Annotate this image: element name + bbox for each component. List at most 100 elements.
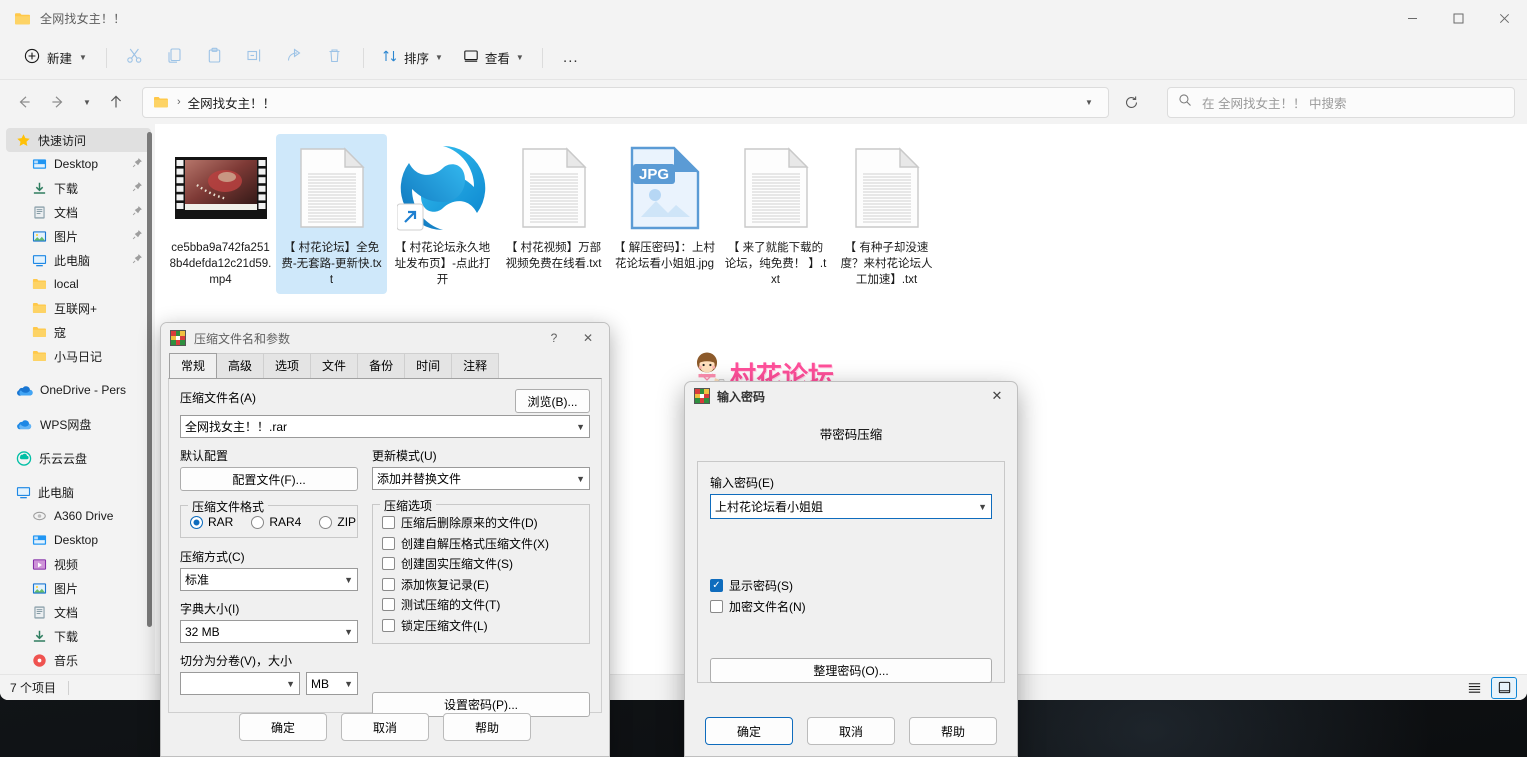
search-box[interactable]: 在 全网找女主！！ 中搜索 xyxy=(1167,86,1515,118)
sort-button[interactable]: 排序 ▼ xyxy=(373,42,452,74)
radio-button[interactable] xyxy=(319,515,333,529)
winrar-close-button[interactable]: ✕ xyxy=(571,324,605,352)
radio-button[interactable] xyxy=(190,515,203,529)
address-bar[interactable]: › 全网找女主！！ ▼ xyxy=(142,86,1109,118)
winrar-tab-5[interactable]: 时间 xyxy=(404,353,453,378)
compression-option-row-5[interactable]: 锁定压缩文件(L) xyxy=(382,617,580,634)
file-item[interactable]: 【 有种子却没速度？来村花论坛人工加速】.txt xyxy=(831,134,942,294)
password-input[interactable]: 上村花论坛看小姐姐 ▼ xyxy=(710,494,992,519)
pin-icon[interactable] xyxy=(132,205,143,219)
file-item[interactable]: 【 村花论坛永久地址发布页】-点此打开 xyxy=(387,134,498,294)
sidebar-item-onedrive---pers[interactable]: OneDrive - Pers xyxy=(6,378,151,402)
winrar-cancel-button[interactable]: 取消 xyxy=(341,713,429,741)
sidebar-scrollbar[interactable] xyxy=(147,132,152,627)
navigation-sidebar[interactable]: 快速访问 Desktop 下载 文档 图片 此电脑 local 互联网+ 寇小马日记 OneDri… xyxy=(0,124,155,674)
refresh-button[interactable] xyxy=(1115,87,1147,117)
sidebar-item-视频[interactable]: 视频 xyxy=(6,552,151,576)
file-item[interactable]: 【 村花论坛】全免费-无套路-更新快.txt xyxy=(276,134,387,294)
pin-icon[interactable] xyxy=(132,253,143,267)
compression-option-row-0[interactable]: 压缩后删除原来的文件(D) xyxy=(382,514,580,531)
breadcrumb-current-folder[interactable]: 全网找女主！！ xyxy=(188,93,276,112)
winrar-tab-1[interactable]: 高级 xyxy=(216,353,265,378)
profile-button[interactable]: 配置文件(F)... xyxy=(180,467,358,491)
sidebar-item-下载[interactable]: 下载 xyxy=(6,176,151,200)
winrar-tab-strip[interactable]: 常规 高级 选项 文件 备份 时间 注释 xyxy=(161,353,609,378)
dictionary-size-select[interactable]: 32 MB ▼ xyxy=(180,620,358,643)
show-password-checkbox-row[interactable]: ✓ 显示密码(S) xyxy=(710,577,992,594)
sidebar-item-音乐[interactable]: 音乐 xyxy=(6,648,151,672)
forward-button[interactable] xyxy=(42,87,74,117)
sidebar-item-local[interactable]: local xyxy=(6,272,151,296)
winrar-help-button[interactable]: ? xyxy=(537,324,571,352)
password-help-button[interactable]: 帮助 xyxy=(909,717,997,745)
compression-method-select[interactable]: 标准 ▼ xyxy=(180,568,358,591)
back-button[interactable] xyxy=(8,87,40,117)
large-icons-view-button[interactable] xyxy=(1491,676,1517,699)
share-button[interactable] xyxy=(276,42,314,74)
archive-format-option-rar4[interactable]: RAR4 xyxy=(251,515,301,529)
sidebar-item-文档[interactable]: 文档 xyxy=(6,200,151,224)
up-button[interactable] xyxy=(100,87,132,117)
sidebar-item-寇[interactable]: 寇 xyxy=(6,320,151,344)
sidebar-item-小马日记[interactable]: 小马日记 xyxy=(6,344,151,368)
file-item[interactable]: 【 来了就能下载的论坛，纯免费！ 】.txt xyxy=(720,134,831,294)
compression-option-row-4[interactable]: 测试压缩的文件(T) xyxy=(382,596,580,613)
archive-format-option-zip[interactable]: ZIP xyxy=(319,515,356,529)
compression-option-checkbox[interactable] xyxy=(382,618,395,632)
sidebar-item-a360-drive[interactable]: A360 Drive xyxy=(6,504,151,528)
compression-option-checkbox[interactable] xyxy=(382,536,395,550)
sidebar-item-desktop[interactable]: Desktop xyxy=(6,528,151,552)
view-button[interactable]: 查看 ▼ xyxy=(454,42,533,74)
compression-option-checkbox[interactable] xyxy=(382,598,395,611)
winrar-tab-0[interactable]: 常规 xyxy=(169,353,218,378)
pin-icon[interactable] xyxy=(132,157,143,171)
sidebar-item-图片[interactable]: 图片 xyxy=(6,576,151,600)
search-input[interactable]: 在 全网找女主！！ 中搜索 xyxy=(1202,93,1346,112)
winrar-tab-3[interactable]: 文件 xyxy=(310,353,359,378)
winrar-tab-4[interactable]: 备份 xyxy=(357,353,406,378)
file-item[interactable]: ce5bba9a742fa2518b4defda12c21d59.mp4 xyxy=(165,134,276,294)
encrypt-filenames-checkbox-row[interactable]: 加密文件名(N) xyxy=(710,598,992,615)
winrar-tab-6[interactable]: 注释 xyxy=(451,353,500,378)
winrar-ok-button[interactable]: 确定 xyxy=(239,713,327,741)
split-volume-unit-select[interactable]: MB ▼ xyxy=(306,672,358,695)
sidebar-item-图片[interactable]: 图片 xyxy=(6,224,151,248)
archive-format-option-rar[interactable]: RAR xyxy=(190,515,233,529)
rename-button[interactable] xyxy=(236,42,274,74)
compression-options-list[interactable]: 压缩后删除原来的文件(D) 创建自解压格式压缩文件(X) 创建固实压缩文件(S) 添加… xyxy=(382,514,580,634)
cut-button[interactable] xyxy=(116,42,154,74)
archive-format-radio-group[interactable]: RAR RAR4 ZIP xyxy=(190,515,356,529)
compression-option-checkbox[interactable] xyxy=(382,516,395,529)
paste-button[interactable] xyxy=(196,42,234,74)
winrar-help-button-footer[interactable]: 帮助 xyxy=(443,713,531,741)
browse-button[interactable]: 浏览(B)... xyxy=(515,389,590,413)
file-item[interactable]: JPG 【 解压密码】：上村花论坛看小姐姐.jpg xyxy=(609,134,720,294)
copy-button[interactable] xyxy=(156,42,194,74)
compression-option-checkbox[interactable] xyxy=(382,557,395,570)
update-mode-select[interactable]: 添加并替换文件 ▼ xyxy=(372,467,590,490)
sidebar-item-文档[interactable]: 文档 xyxy=(6,600,151,624)
radio-button[interactable] xyxy=(251,515,265,529)
sidebar-item-下载[interactable]: 下载 xyxy=(6,624,151,648)
compression-option-row-1[interactable]: 创建自解压格式压缩文件(X) xyxy=(382,535,580,552)
recent-locations-button[interactable]: ▼ xyxy=(76,87,98,117)
compression-option-row-3[interactable]: 添加恢复记录(E) xyxy=(382,576,580,593)
split-volume-size-input[interactable]: ▼ xyxy=(180,672,300,695)
new-button[interactable]: 新建 ▼ xyxy=(14,42,97,74)
sidebar-item-wps网盘[interactable]: WPS网盘 xyxy=(6,412,151,436)
compression-option-row-2[interactable]: 创建固实压缩文件(S) xyxy=(382,555,580,572)
archive-name-input[interactable]: 全网找女主！！.rar ▼ xyxy=(180,415,590,438)
file-item[interactable]: 【 村花视频】万部视频免费在线看.txt xyxy=(498,134,609,294)
winrar-tab-2[interactable]: 选项 xyxy=(263,353,312,378)
password-dialog-close-button[interactable]: ✕ xyxy=(979,383,1015,409)
sidebar-item-互联网+[interactable]: 互联网+ xyxy=(6,296,151,320)
pin-icon[interactable] xyxy=(132,229,143,243)
organize-passwords-button[interactable]: 整理密码(O)... xyxy=(710,657,992,683)
pin-icon[interactable] xyxy=(132,181,143,195)
sidebar-item-desktop[interactable]: Desktop xyxy=(6,152,151,176)
sidebar-item-快速访问[interactable]: 快速访问 xyxy=(6,128,151,152)
show-password-checkbox[interactable]: ✓ xyxy=(710,579,723,592)
more-options-button[interactable]: ... xyxy=(552,42,590,74)
password-ok-button[interactable]: 确定 xyxy=(705,717,793,745)
minimize-button[interactable] xyxy=(1389,0,1435,36)
